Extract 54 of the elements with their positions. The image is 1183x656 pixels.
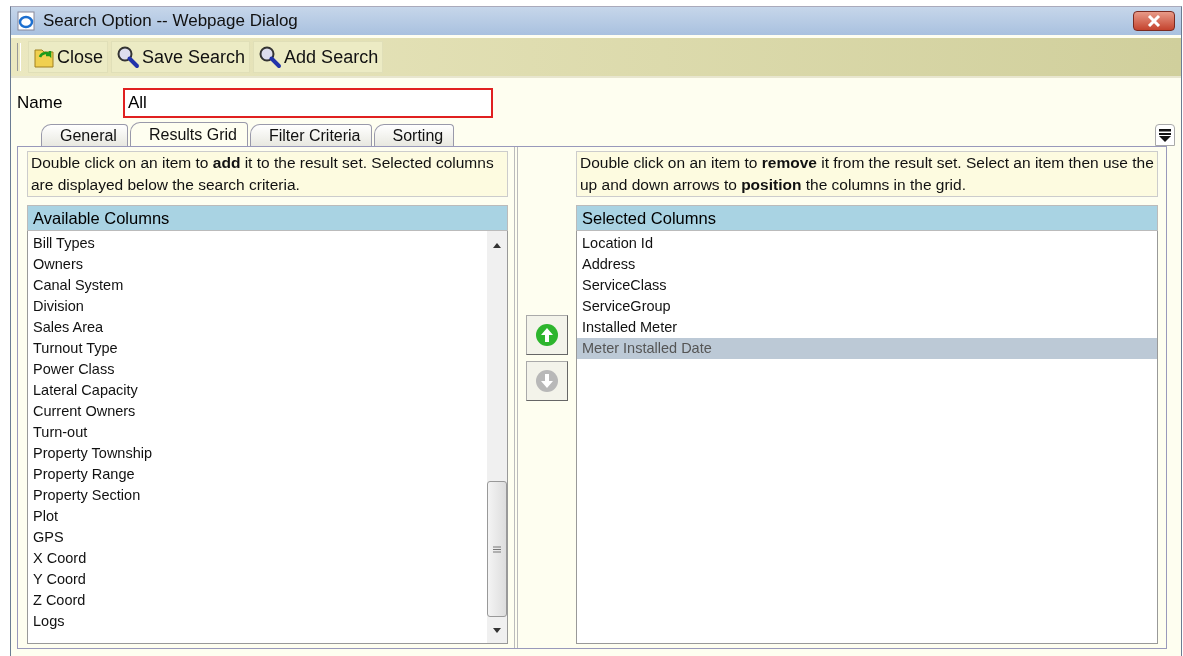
list-header: Available Columns [27, 205, 508, 231]
toolbar-button[interactable]: Save Search [111, 41, 251, 73]
hint-text: Double click on an item to add it to the result set. Selected columns are displayed below the search criteria. [27, 151, 508, 197]
list-item[interactable]: Location Id [577, 233, 1157, 254]
toolbar-button[interactable]: Close [28, 41, 109, 73]
scroll-down-icon [492, 627, 502, 635]
window-title: Search Option -- Webpage Dialog [43, 11, 299, 31]
toolbar-button[interactable]: Add Search [253, 41, 384, 73]
browser-logo-icon [17, 11, 35, 31]
list-item[interactable]: GPS [28, 527, 487, 548]
list-item[interactable]: Plot [28, 506, 487, 527]
list-item[interactable]: Current Owners [28, 401, 487, 422]
collapse-button[interactable] [1155, 124, 1175, 146]
list-item[interactable]: ServiceClass [577, 275, 1157, 296]
name-label: Name [17, 93, 64, 113]
list-item[interactable]: Owners [28, 254, 487, 275]
close-icon [1146, 15, 1162, 27]
selected-list[interactable]: Location Id Address ServiceClass ServiceGroup Installed Meter Meter Installed Date [576, 231, 1158, 644]
menu-arrow-icon [1158, 128, 1172, 142]
magnifier-icon [116, 45, 141, 69]
list-item[interactable]: Lateral Capacity [28, 380, 487, 401]
list-item[interactable]: Turn-out [28, 422, 487, 443]
list-item[interactable]: Turnout Type [28, 338, 487, 359]
tab[interactable]: Results Grid [129, 122, 248, 146]
list-item[interactable]: Y Coord [28, 569, 487, 590]
magnifier-icon [258, 45, 283, 69]
list-item[interactable]: Meter Installed Date [577, 338, 1157, 359]
list-item[interactable]: Power Class [28, 359, 487, 380]
list-item[interactable]: Division [28, 296, 487, 317]
hint-text: Double click on an item to remove it from the result set. Select an item then use the up and down arrows to position the columns in the grid. [576, 151, 1158, 197]
list-item[interactable]: X Coord [28, 548, 487, 569]
list-item[interactable]: Property Section [28, 485, 487, 506]
scroll-thumb[interactable] [487, 481, 507, 617]
tab[interactable]: General [41, 124, 128, 146]
list-item[interactable]: Installed Meter [577, 317, 1157, 338]
list-item[interactable]: Sales Area [28, 317, 487, 338]
close-button[interactable] [1133, 11, 1175, 31]
tab[interactable]: Filter Criteria [249, 124, 372, 146]
scrollbar[interactable] [487, 231, 507, 643]
list-item[interactable]: ServiceGroup [577, 296, 1157, 317]
list-item[interactable]: Property Township [28, 443, 487, 464]
list-item[interactable]: Property Range [28, 464, 487, 485]
available-list[interactable] [27, 231, 508, 644]
list-item[interactable]: Logs [28, 611, 487, 632]
list-item[interactable]: Address [577, 254, 1157, 275]
grip-icon [493, 545, 501, 553]
name-field[interactable]: All [123, 88, 493, 118]
list-item[interactable]: Bill Types [28, 233, 487, 254]
scroll-up-icon [492, 241, 502, 249]
list-item[interactable]: Z Coord [28, 590, 487, 611]
tab[interactable]: Sorting [373, 124, 455, 146]
move-up-button[interactable] [526, 314, 568, 355]
list-item[interactable]: Canal System [28, 275, 487, 296]
list-header: Selected Columns [576, 205, 1158, 231]
